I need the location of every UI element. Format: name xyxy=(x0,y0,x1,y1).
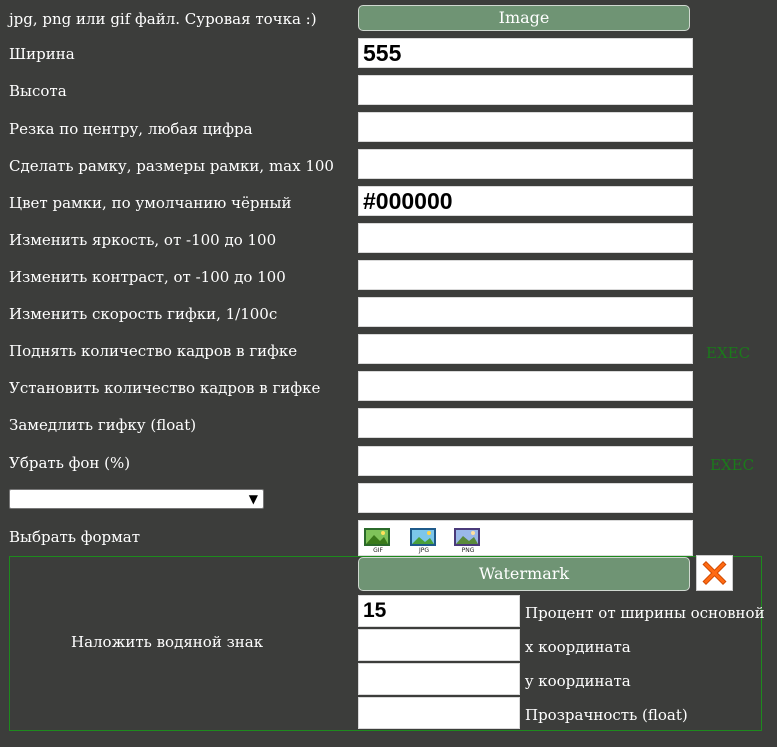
format-label: Выбрать формат xyxy=(9,528,141,546)
watermark-opacity-input[interactable] xyxy=(358,697,520,729)
image-button[interactable]: Image xyxy=(358,5,690,31)
frame-color-label: Цвет рамки, по умолчанию чёрный xyxy=(9,194,292,212)
frame-color-input[interactable]: #000000 xyxy=(358,186,693,216)
watermark-x-label: x координата xyxy=(525,638,631,656)
format-selector: GIF JPG PNG xyxy=(358,520,693,556)
width-label: Ширина xyxy=(9,45,75,63)
extra-input[interactable] xyxy=(358,483,693,513)
remove-bg-label: Убрать фон (%) xyxy=(9,454,131,472)
watermark-y-label: y координата xyxy=(525,672,631,690)
slow-gif-label: Замедлить гифку (float) xyxy=(9,416,197,434)
watermark-opacity-label: Прозрачность (float) xyxy=(525,706,688,724)
option-select[interactable]: ▼ xyxy=(9,489,264,509)
svg-text:JPG: JPG xyxy=(418,547,429,554)
chevron-down-icon: ▼ xyxy=(248,492,258,506)
height-input[interactable] xyxy=(358,75,693,105)
slow-gif-input[interactable] xyxy=(358,408,693,438)
brightness-label: Изменить яркость, от -100 до 100 xyxy=(9,231,277,249)
crop-label: Резка по центру, любая цифра xyxy=(9,120,253,138)
brightness-input[interactable] xyxy=(358,223,693,253)
png-format-icon[interactable]: PNG xyxy=(451,524,485,554)
contrast-input[interactable] xyxy=(358,260,693,290)
file-hint-label: jpg, png или gif файл. Суровая точка :) xyxy=(9,10,317,28)
watermark-button[interactable]: Watermark xyxy=(358,557,690,591)
svg-text:GIF: GIF xyxy=(373,547,383,554)
gif-format-icon[interactable]: GIF xyxy=(361,524,395,554)
raise-frames-input[interactable] xyxy=(358,334,693,364)
exec-frames-link[interactable]: EXEC xyxy=(706,344,750,362)
gif-speed-input[interactable] xyxy=(358,297,693,327)
set-frames-input[interactable] xyxy=(358,371,693,401)
frame-size-input[interactable] xyxy=(358,149,693,179)
exec-bg-link[interactable]: EXEC xyxy=(710,456,754,474)
width-input[interactable]: 555 xyxy=(358,38,693,68)
watermark-title: Наложить водяной знак xyxy=(71,633,264,651)
close-icon xyxy=(702,560,727,586)
svg-text:PNG: PNG xyxy=(462,547,475,554)
close-watermark-button[interactable] xyxy=(696,555,733,591)
watermark-y-input[interactable] xyxy=(358,663,520,695)
watermark-percent-label: Процент от ширины основной xyxy=(525,604,765,622)
set-frames-label: Установить количество кадров в гифке xyxy=(9,379,321,397)
crop-input[interactable] xyxy=(358,112,693,142)
remove-bg-input[interactable] xyxy=(358,446,693,476)
raise-frames-label: Поднять количество кадров в гифке xyxy=(9,342,298,360)
watermark-percent-input[interactable]: 15 xyxy=(358,595,520,627)
frame-size-label: Сделать рамку, размеры рамки, max 100 xyxy=(9,157,334,175)
watermark-x-input[interactable] xyxy=(358,629,520,661)
gif-speed-label: Изменить скорость гифки, 1/100c xyxy=(9,305,278,323)
height-label: Высота xyxy=(9,82,67,100)
jpg-format-icon[interactable]: JPG xyxy=(407,524,441,554)
contrast-label: Изменить контраст, от -100 до 100 xyxy=(9,268,286,286)
